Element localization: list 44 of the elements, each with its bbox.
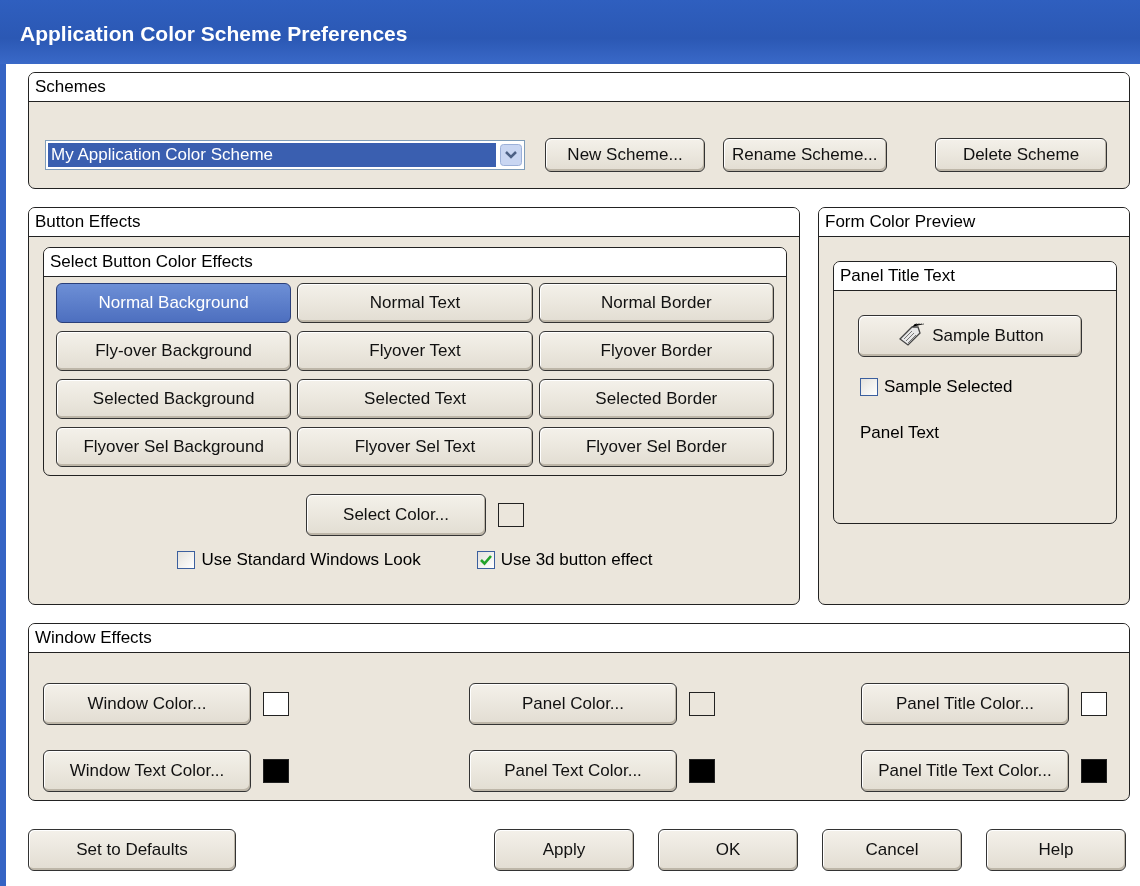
defaults-button[interactable]: Set to Defaults: [28, 829, 236, 871]
effect-button[interactable]: Normal Text: [297, 283, 533, 323]
panel-text: Panel Text: [860, 423, 940, 443]
checkbox[interactable]: Sample Selected: [860, 377, 1013, 397]
effect-button[interactable]: Selected Background: [56, 379, 292, 419]
panel-header: Window Effects: [29, 624, 1129, 653]
effect-button[interactable]: Flyover Sel Border: [538, 427, 774, 467]
effect-button[interactable]: Flyover Sel Background: [56, 427, 292, 467]
scheme-button[interactable]: Rename Scheme...: [723, 138, 887, 172]
checkbox-box[interactable]: [476, 551, 495, 569]
checkbox[interactable]: Use 3d button effect: [476, 550, 653, 570]
color-button[interactable]: Panel Title Color...: [861, 683, 1069, 726]
effect-button[interactable]: Selected Border: [538, 379, 774, 419]
panel-header: Schemes: [29, 73, 1129, 102]
color-button[interactable]: Window Color...: [43, 683, 251, 726]
effect-button[interactable]: Selected Text: [297, 379, 533, 419]
dialog-button[interactable]: Apply: [494, 829, 634, 871]
effect-button[interactable]: Normal Border: [538, 283, 774, 323]
scheme-button[interactable]: New Scheme...: [545, 138, 705, 172]
scheme-button[interactable]: Delete Scheme: [935, 138, 1107, 172]
effect-button[interactable]: Flyover Text: [297, 331, 533, 371]
sample-button[interactable]: Sample Button: [858, 315, 1082, 357]
color-button[interactable]: Window Text Color...: [43, 749, 251, 792]
effect-button[interactable]: Normal Background: [56, 283, 292, 323]
window-title: Application Color Scheme Preferences: [20, 22, 408, 46]
color-button[interactable]: Panel Text Color...: [469, 749, 677, 792]
effect-button[interactable]: Flyover Border: [538, 331, 774, 371]
panel-title: Panel Title Text: [834, 262, 1116, 291]
checkbox-box[interactable]: [177, 551, 196, 569]
select-color-button[interactable]: Select Color...: [306, 494, 486, 536]
color-button[interactable]: Panel Color...: [469, 683, 677, 726]
chevron-down-icon: [500, 144, 522, 166]
effect-button[interactable]: Fly-over Background: [56, 331, 292, 371]
scheme-dropdown[interactable]: My Application Color Scheme: [45, 140, 525, 170]
checkbox-box[interactable]: [860, 378, 878, 396]
checkbox[interactable]: Use Standard Windows Look: [177, 550, 421, 570]
dialog-button[interactable]: Help: [986, 829, 1126, 871]
group-header: Select Button Color Effects: [44, 248, 786, 277]
panel-header: Form Color Preview: [819, 208, 1129, 237]
dialog-button[interactable]: OK: [658, 829, 798, 871]
color-button[interactable]: Panel Title Text Color...: [861, 749, 1069, 792]
panel-header: Button Effects: [29, 208, 799, 237]
effect-button[interactable]: Flyover Sel Text: [297, 427, 533, 467]
dialog-button[interactable]: Cancel: [822, 829, 962, 871]
